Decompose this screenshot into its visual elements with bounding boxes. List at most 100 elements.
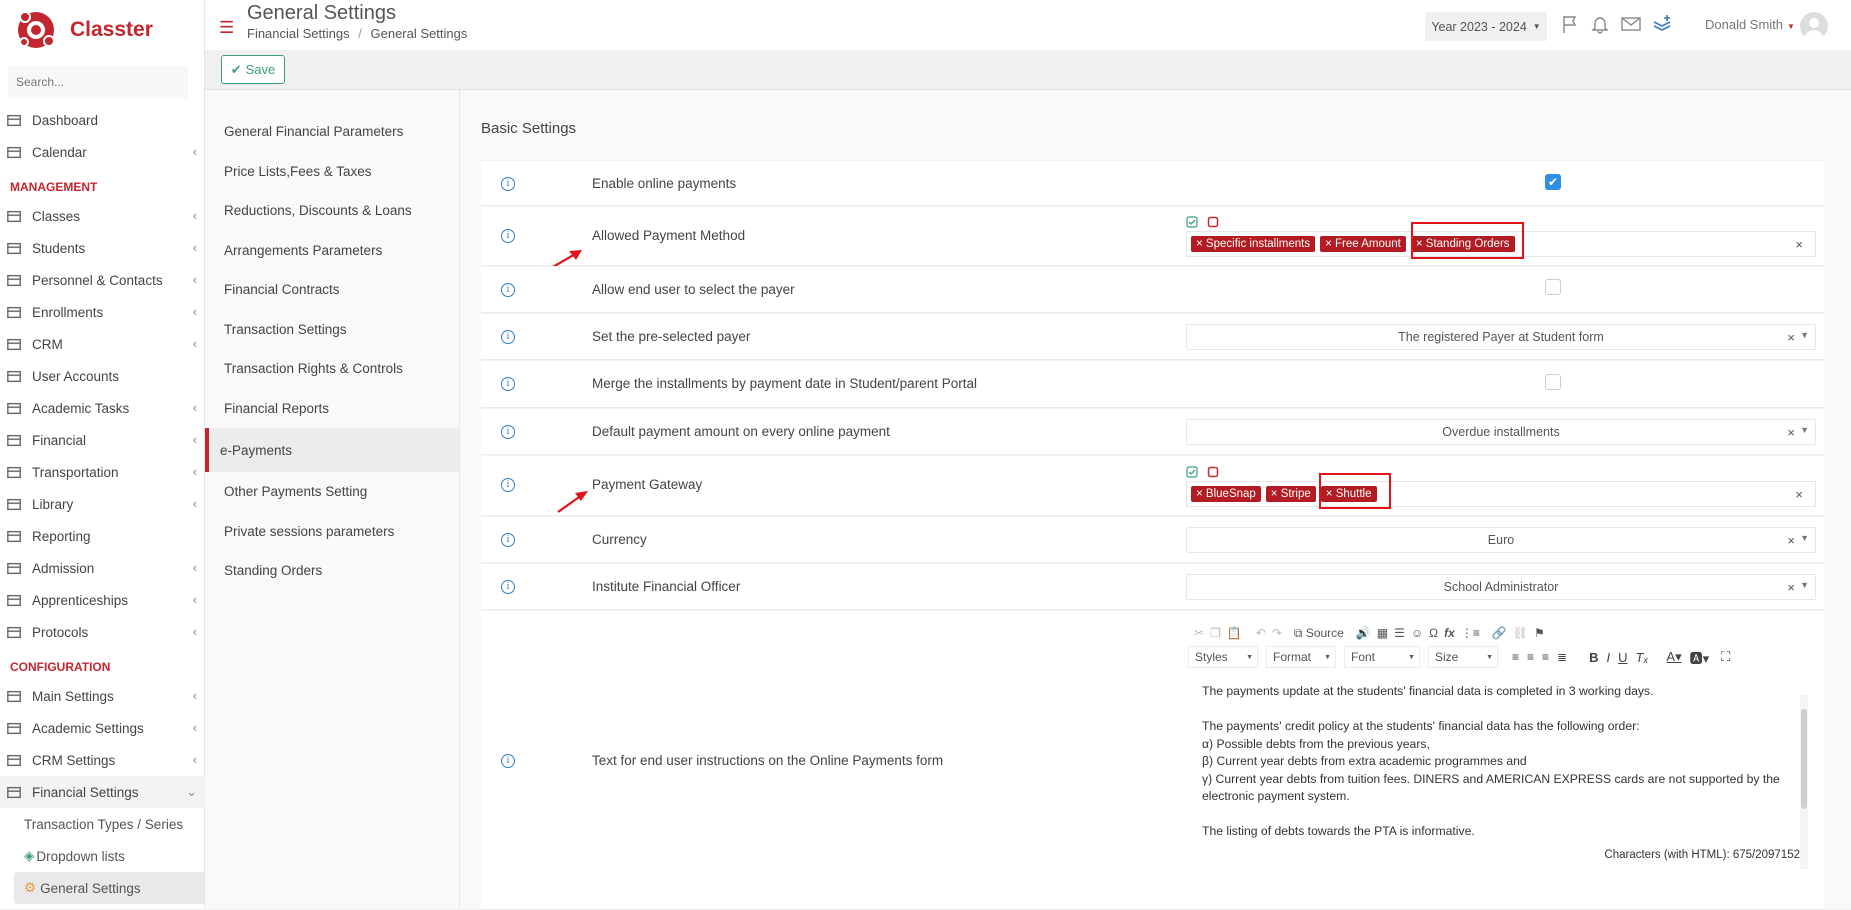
editor-content[interactable]: The payments update at the students' fin…: [1186, 683, 1816, 855]
clear-icon[interactable]: ×: [1795, 237, 1803, 252]
sidebar-item-calendar[interactable]: Calendar ‹: [0, 136, 205, 168]
subnav-item-private-sessions-parameters[interactable]: Private sessions parameters: [205, 512, 459, 552]
info-icon[interactable]: i: [501, 478, 515, 492]
year-selector[interactable]: Year 2023 - 2024 ▼: [1425, 12, 1547, 41]
caret-down-icon[interactable]: ▼: [1800, 330, 1809, 340]
info-icon[interactable]: i: [501, 330, 515, 344]
subnav-item-financial-contracts[interactable]: Financial Contracts: [205, 270, 459, 310]
size-dropdown[interactable]: Size ▼: [1428, 646, 1498, 668]
subnav-item-reductions-discounts-loans[interactable]: Reductions, Discounts & Loans: [205, 191, 459, 231]
save-button[interactable]: ✔ Save: [221, 55, 285, 84]
sidebar-item-classes[interactable]: Classes ‹: [0, 200, 205, 232]
subnav-item-transaction-rights-controls[interactable]: Transaction Rights & Controls: [205, 349, 459, 389]
horizontal-line-icon[interactable]: ☰: [1394, 626, 1405, 640]
bg-color-icon[interactable]: 🅰▾: [1690, 648, 1710, 667]
sidebar-item-crm[interactable]: CRM ‹: [0, 328, 205, 360]
italic-icon[interactable]: I: [1607, 650, 1611, 665]
font-dropdown[interactable]: Font ▼: [1344, 646, 1420, 668]
tag[interactable]: × Free Amount: [1320, 236, 1406, 252]
sidebar-item-students[interactable]: Students ‹: [0, 232, 205, 264]
redo-icon[interactable]: ↷: [1272, 626, 1282, 640]
subnav-item-other-payments-setting[interactable]: Other Payments Setting: [205, 472, 459, 512]
cut-icon[interactable]: ✂: [1194, 626, 1204, 640]
clear-format-icon[interactable]: Tₓ: [1636, 650, 1649, 665]
currency-select[interactable]: Euro × ▼: [1186, 527, 1816, 553]
user-menu[interactable]: Donald Smith ▼: [1705, 17, 1795, 32]
flag-icon[interactable]: [1560, 14, 1580, 37]
formula-icon[interactable]: fx: [1444, 626, 1455, 640]
info-icon[interactable]: i: [501, 229, 515, 243]
avatar[interactable]: [1800, 12, 1828, 40]
special-char-icon[interactable]: Ω: [1429, 626, 1438, 640]
source-button[interactable]: ⧉ Source: [1294, 626, 1344, 641]
text-color-icon[interactable]: A▾: [1666, 649, 1681, 665]
sidebar-subitem-general-settings[interactable]: ⚙ General Settings: [14, 872, 205, 904]
align-right-icon[interactable]: ≡: [1542, 650, 1549, 664]
caret-down-icon[interactable]: ▼: [1800, 580, 1809, 590]
sidebar-item-protocols[interactable]: Protocols ‹: [0, 616, 205, 648]
sidebar-item-financial[interactable]: Financial ‹: [0, 424, 205, 456]
info-icon[interactable]: i: [501, 580, 515, 594]
sidebar-item-admission[interactable]: Admission ‹: [0, 552, 205, 584]
sidebar-search-input[interactable]: [8, 66, 188, 98]
info-icon[interactable]: i: [501, 754, 515, 768]
sidebar-item-user-accounts[interactable]: User Accounts: [0, 360, 205, 392]
info-icon[interactable]: i: [501, 425, 515, 439]
breadcrumb-item[interactable]: Financial Settings: [247, 26, 350, 41]
preselected-payer-select[interactable]: The registered Payer at Student form × ▼: [1186, 324, 1816, 350]
anchor-flag-icon[interactable]: ⚑: [1534, 626, 1545, 640]
sidebar-item-personnel-contacts[interactable]: Personnel & Contacts ‹: [0, 264, 205, 296]
undo-icon[interactable]: ↶: [1256, 626, 1266, 640]
clear-icon[interactable]: ×: [1787, 425, 1795, 440]
sidebar-subitem-transaction-types-series[interactable]: Transaction Types / Series: [0, 808, 205, 840]
allow-payer-checkbox[interactable]: [1545, 279, 1561, 295]
sidebar-item-main-settings[interactable]: Main Settings ‹: [0, 680, 205, 712]
justify-icon[interactable]: ≣: [1557, 650, 1567, 664]
unlink-icon[interactable]: ⛓: [1513, 626, 1528, 640]
clear-icon[interactable]: ×: [1795, 487, 1803, 502]
default-amount-select[interactable]: Overdue installments × ▼: [1186, 419, 1816, 445]
info-icon[interactable]: i: [501, 283, 515, 297]
table-icon[interactable]: ▦: [1377, 626, 1388, 640]
copy-icon[interactable]: ❐: [1210, 626, 1221, 640]
select-all-icon[interactable]: [1186, 465, 1198, 478]
select-all-icon[interactable]: [1186, 215, 1198, 228]
format-dropdown[interactable]: Format ▼: [1266, 646, 1336, 668]
logo[interactable]: Classter: [16, 8, 153, 52]
audio-icon[interactable]: 🔊: [1356, 626, 1371, 640]
bold-icon[interactable]: B: [1589, 650, 1598, 665]
clear-icon[interactable]: ×: [1787, 330, 1795, 345]
layers-plus-icon[interactable]: [1651, 14, 1673, 37]
align-left-icon[interactable]: ≡: [1512, 650, 1519, 664]
clear-icon[interactable]: ×: [1787, 580, 1795, 595]
list-icon[interactable]: ⋮≡: [1461, 626, 1480, 640]
subnav-item-general-financial-parameters[interactable]: General Financial Parameters: [205, 112, 459, 152]
clear-icon[interactable]: ×: [1787, 533, 1795, 548]
scrollbar-thumb[interactable]: [1801, 709, 1807, 809]
subnav-item-arrangements-parameters[interactable]: Arrangements Parameters: [205, 231, 459, 271]
merge-checkbox[interactable]: [1545, 374, 1561, 390]
subnav-item-financial-reports[interactable]: Financial Reports: [205, 389, 459, 429]
paste-icon[interactable]: 📋: [1227, 626, 1242, 640]
caret-down-icon[interactable]: ▼: [1800, 425, 1809, 435]
mail-icon[interactable]: [1620, 14, 1642, 37]
sidebar-item-apprenticeships[interactable]: Apprenticeships ‹: [0, 584, 205, 616]
sidebar-item-transportation[interactable]: Transportation ‹: [0, 456, 205, 488]
maximize-icon[interactable]: ⛶: [1721, 649, 1730, 665]
tag[interactable]: × Stripe: [1265, 486, 1316, 502]
subnav-item-standing-orders[interactable]: Standing Orders: [205, 551, 459, 591]
info-icon[interactable]: i: [501, 377, 515, 391]
sidebar-item-academic-settings[interactable]: Academic Settings ‹: [0, 712, 205, 744]
sidebar-item-crm-settings[interactable]: CRM Settings ‹: [0, 744, 205, 776]
enable-online-checkbox[interactable]: ✔: [1545, 174, 1561, 190]
tag[interactable]: × Specific installments: [1191, 236, 1316, 252]
caret-down-icon[interactable]: ▼: [1800, 533, 1809, 543]
info-icon[interactable]: i: [501, 533, 515, 547]
sidebar-item-academic-tasks[interactable]: Academic Tasks ‹: [0, 392, 205, 424]
officer-select[interactable]: School Administrator × ▼: [1186, 574, 1816, 600]
underline-icon[interactable]: U: [1618, 650, 1627, 665]
subnav-item-price-lists-fees-taxes[interactable]: Price Lists,Fees & Taxes: [205, 152, 459, 192]
sidebar-item-reporting[interactable]: Reporting: [0, 520, 205, 552]
bell-icon[interactable]: [1590, 14, 1610, 37]
sidebar-item-enrollments[interactable]: Enrollments ‹: [0, 296, 205, 328]
